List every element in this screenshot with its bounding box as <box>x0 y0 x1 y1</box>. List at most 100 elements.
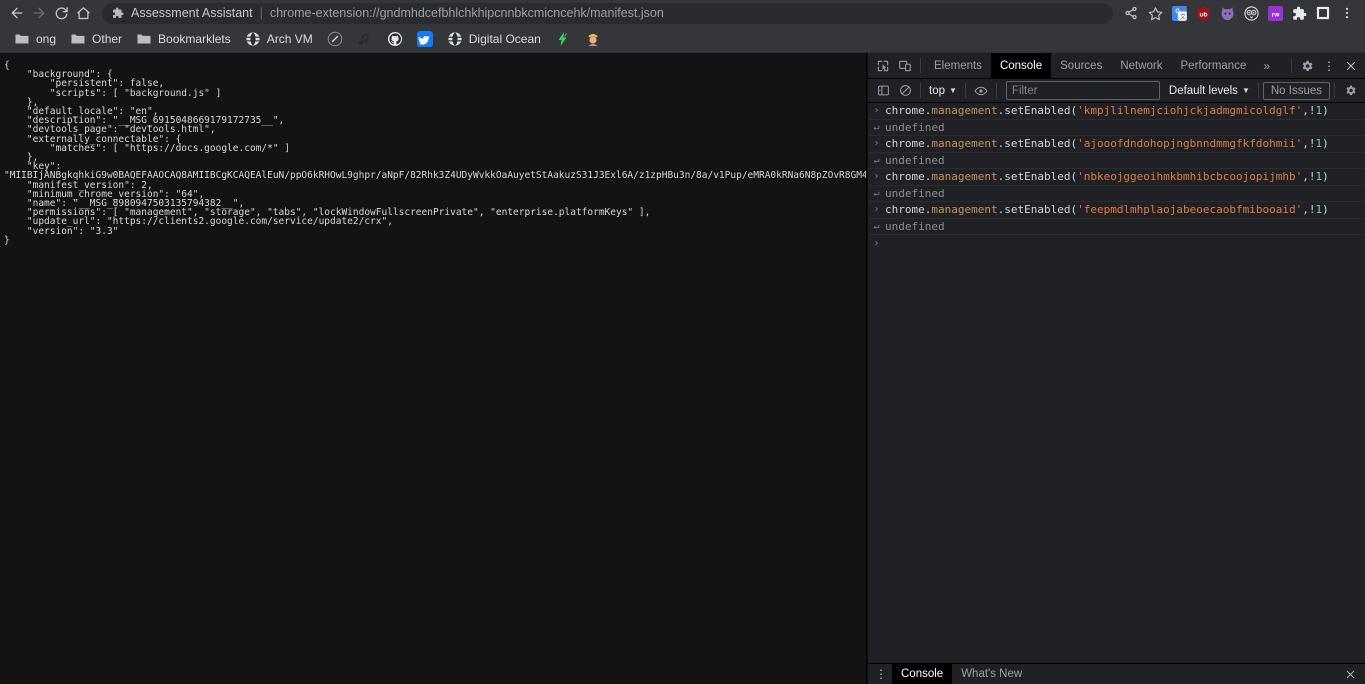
console-settings-icon[interactable] <box>1339 80 1361 102</box>
green-lightning-icon <box>558 32 567 46</box>
toolbar-actions: G文 ʊb rw <box>1119 2 1359 24</box>
console-sidebar-icon[interactable] <box>872 80 894 102</box>
bookmark-blue-bird[interactable] <box>411 28 439 50</box>
console-result-arrow-icon: ↵ <box>873 220 880 232</box>
folder-icon <box>137 34 151 44</box>
console-input-text: chrome.management.setEnabled('ajooofdndo… <box>885 137 1329 150</box>
extensions-puzzle-icon[interactable] <box>1287 2 1311 24</box>
bookmark-arch-vm[interactable]: Arch VM <box>239 28 319 50</box>
bookmark-label: Bookmarklets <box>158 32 231 46</box>
close-devtools-icon[interactable] <box>1340 55 1362 77</box>
back-button[interactable] <box>6 2 28 24</box>
browser-toolbar: Assessment Assistant | chrome-extension:… <box>0 0 1365 26</box>
github-icon <box>387 32 402 46</box>
console-toolbar: top ▼ Default levels ▼ No Issues <box>868 79 1365 103</box>
rw-extension-icon[interactable]: rw <box>1263 2 1287 24</box>
bookmark-dark-circle[interactable] <box>321 28 349 50</box>
bookmark-digital-ocean[interactable]: Digital Ocean <box>441 28 547 50</box>
devtools-panel: Elements Console Sources Network Perform… <box>867 52 1365 684</box>
tab-performance[interactable]: Performance <box>1172 53 1256 79</box>
owl-extension-icon[interactable] <box>1239 2 1263 24</box>
console-result-row: ↵ undefined <box>868 219 1365 235</box>
close-drawer-icon[interactable] <box>1339 663 1361 684</box>
page-viewport: { "background": { "persistent": false, "… <box>0 53 866 684</box>
console-input-text: chrome.management.setEnabled('nbkeojggeo… <box>885 170 1329 183</box>
reload-button[interactable] <box>50 2 72 24</box>
settings-gear-icon[interactable] <box>1296 55 1318 77</box>
drawer-actions <box>1339 663 1365 684</box>
share-icon[interactable] <box>1119 2 1143 24</box>
toolbar-divider <box>920 58 921 73</box>
folder-icon <box>15 34 29 44</box>
tab-console[interactable]: Console <box>990 52 1052 79</box>
issues-counter-button[interactable]: No Issues <box>1262 81 1330 100</box>
console-filter-input[interactable] <box>1005 81 1160 100</box>
bookmark-folder-ong[interactable]: ong <box>8 28 62 50</box>
clear-console-icon[interactable] <box>894 80 916 102</box>
console-prompt[interactable]: › <box>868 235 1365 252</box>
inspect-element-icon[interactable] <box>872 55 894 77</box>
ublock-origin-extension-icon[interactable]: ʊb <box>1191 2 1215 24</box>
more-tabs-icon[interactable]: » <box>1255 53 1278 79</box>
tab-network[interactable]: Network <box>1111 53 1171 79</box>
device-toolbar-icon[interactable] <box>894 55 916 77</box>
drawer-tab-whats-new[interactable]: What's New <box>952 664 1031 684</box>
person-emoji-icon <box>588 34 598 46</box>
bookmark-music-note[interactable] <box>351 28 379 50</box>
svg-text:ʊb: ʊb <box>1199 11 1207 18</box>
console-result-row: ↵ undefined <box>868 186 1365 202</box>
address-bar-url[interactable]: chrome-extension://gndmhdcefbhlchkhipcnn… <box>270 6 664 20</box>
console-input-arrow-icon: › <box>873 138 880 149</box>
bookmark-green-lightning[interactable] <box>549 28 577 50</box>
bookmark-folder-bookmarklets[interactable]: Bookmarklets <box>130 28 237 50</box>
forward-button[interactable] <box>28 2 50 24</box>
console-context-selector[interactable]: top ▼ <box>925 81 961 100</box>
drawer-tab-console[interactable]: Console <box>892 663 953 684</box>
dark-circle-icon <box>327 31 343 47</box>
toolbar-divider <box>1291 58 1292 73</box>
chevron-down-icon: ▼ <box>949 86 957 95</box>
home-button[interactable] <box>72 2 94 24</box>
globe-icon <box>246 32 260 46</box>
purple-cat-extension-icon[interactable] <box>1215 2 1239 24</box>
console-result-text: undefined <box>885 219 945 233</box>
console-log-levels-selector[interactable]: Default levels ▼ <box>1165 81 1254 100</box>
console-prompt-glyph: › <box>873 238 880 249</box>
globe-icon <box>448 32 462 46</box>
main-content: { "background": { "persistent": false, "… <box>0 52 1365 684</box>
extension-name-label: Assessment Assistant <box>131 6 253 20</box>
chevron-down-icon: ▼ <box>1241 86 1250 95</box>
chrome-menu-icon[interactable] <box>1335 2 1359 24</box>
console-result-text: undefined <box>885 120 945 134</box>
folder-icon <box>71 34 85 44</box>
svg-text:rw: rw <box>1271 11 1280 18</box>
puzzle-piece-icon <box>112 7 124 19</box>
tab-elements[interactable]: Elements <box>925 53 991 79</box>
console-result-text: undefined <box>885 153 945 167</box>
blue-bird-icon <box>416 31 433 47</box>
bookmark-label: Arch VM <box>266 32 313 46</box>
live-expression-icon[interactable] <box>970 80 992 102</box>
console-result-arrow-icon: ↵ <box>873 154 880 166</box>
console-message-list[interactable]: › chrome.management.setEnabled('kmpjlilne… <box>868 103 1365 663</box>
bookmark-person-emoji[interactable] <box>579 28 607 50</box>
bookmark-folder-other[interactable]: Other <box>64 28 128 50</box>
bookmark-label: Other <box>92 32 123 46</box>
svg-text:文: 文 <box>1179 13 1185 21</box>
bookmark-star-icon[interactable] <box>1143 2 1167 24</box>
drawer-more-icon[interactable]: ⋮ <box>870 663 892 684</box>
google-translate-extension-icon[interactable]: G文 <box>1167 2 1191 24</box>
console-input-row: › chrome.management.setEnabled('kmpjlilne… <box>868 103 1365 120</box>
more-options-icon[interactable]: ⋮ <box>1318 55 1340 77</box>
console-input-row: › chrome.management.setEnabled('nbkeojgge… <box>868 169 1365 186</box>
tab-sources[interactable]: Sources <box>1051 53 1111 79</box>
console-input-text: chrome.management.setEnabled('feepmdlmhp… <box>885 203 1329 216</box>
bookmark-label: ong <box>36 32 57 46</box>
address-bar[interactable]: Assessment Assistant | chrome-extension:… <box>102 2 1113 24</box>
devtools-tabbar: Elements Console Sources Network Perform… <box>868 52 1365 79</box>
bookmark-github[interactable] <box>381 28 409 50</box>
toolbar-divider <box>1334 83 1335 98</box>
profile-square-icon[interactable] <box>1311 2 1335 24</box>
toolbar-divider <box>920 83 921 98</box>
devtools-toolbar-right: ⋮ <box>1287 55 1365 77</box>
